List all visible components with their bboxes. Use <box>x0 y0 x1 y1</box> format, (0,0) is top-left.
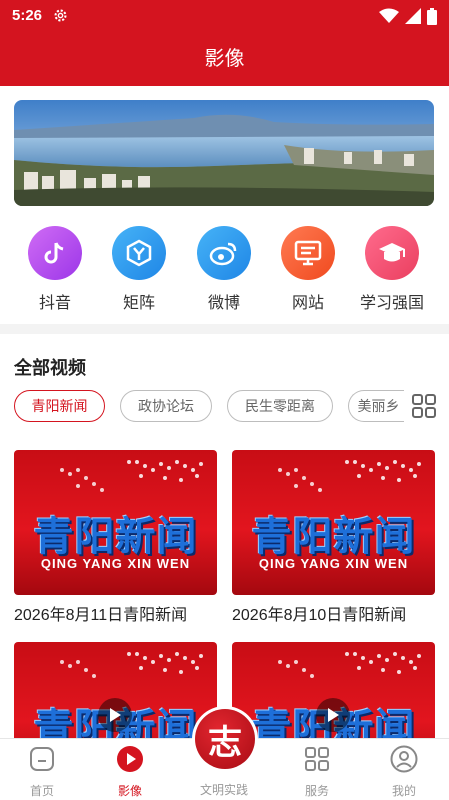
section-divider <box>0 324 449 334</box>
quick-link-label: 抖音 <box>38 295 71 312</box>
play-icon[interactable] <box>98 698 132 732</box>
nav-service[interactable]: 服务 <box>277 745 357 799</box>
home-icon <box>30 747 54 771</box>
nav-label: 首页 <box>29 784 54 798</box>
settings-icon <box>54 9 67 22</box>
signal-icon <box>405 8 421 24</box>
quick-link-label: 学习强国 <box>359 295 424 312</box>
matrix-icon <box>112 226 166 280</box>
nav-label: 服务 <box>304 784 329 798</box>
quick-link-website[interactable]: 网站 <box>266 222 350 313</box>
thumb-title: 青阳新闻 <box>33 514 198 560</box>
quick-links: 抖音 矩阵 微博 网站 学习强国 <box>0 222 449 312</box>
category-chips: 青阳新闻 政协论坛 民生零距离 美丽乡 <box>14 390 404 424</box>
banner-image[interactable] <box>14 100 434 206</box>
website-icon <box>281 226 335 280</box>
video-play-icon <box>117 746 143 772</box>
battery-icon <box>427 7 437 25</box>
nav-home[interactable]: 首页 <box>2 745 82 799</box>
zhi-logo-icon: 志 <box>195 709 255 769</box>
play-icon[interactable] <box>316 698 350 732</box>
wifi-icon <box>379 8 399 23</box>
quick-link-label: 微博 <box>207 295 240 312</box>
page-title: 影像 <box>204 48 245 70</box>
user-icon <box>390 745 418 773</box>
chip-minsheng[interactable]: 民生零距离 <box>227 390 333 422</box>
quick-link-xuexi[interactable]: 学习强国 <box>350 222 434 313</box>
video-caption: 2026年8月11日青阳新闻 <box>14 607 188 624</box>
video-card[interactable]: 青阳新闻 QING YANG XIN WEN 2026年8月11日青阳新闻 <box>14 450 217 625</box>
nav-label: 影像 <box>117 784 142 798</box>
video-card[interactable]: 青阳新闻 QING YANG XIN WEN 2026年8月10日青阳新闻 <box>232 450 435 625</box>
nav-video[interactable]: 影像 <box>90 745 170 799</box>
nav-profile[interactable]: 我的 <box>364 745 444 799</box>
video-thumbnail: 青阳新闻 QING YANG XIN WEN <box>232 450 435 595</box>
chip-zhengxie-forum[interactable]: 政协论坛 <box>120 390 212 422</box>
tiktok-icon <box>28 226 82 280</box>
chip-qingyang-news[interactable]: 青阳新闻 <box>14 390 105 422</box>
status-time: 5:26 <box>12 7 43 24</box>
grid-icon <box>305 747 329 771</box>
video-thumbnail: 青阳新闻 QING YANG XIN WEN <box>14 450 217 595</box>
video-caption: 2026年8月10日青阳新闻 <box>232 607 407 624</box>
section-title: 全部视频 <box>14 358 86 378</box>
quick-link-matrix[interactable]: 矩阵 <box>97 222 181 313</box>
zhi-logo-button[interactable]: 志 <box>192 706 258 772</box>
quick-link-label: 矩阵 <box>122 295 155 312</box>
top-bar: 5:26 影像 <box>0 0 449 86</box>
quick-link-label: 网站 <box>291 295 324 312</box>
nav-civilization[interactable]: 文明实践 <box>184 777 264 798</box>
thumb-subtitle: QING YANG XIN WEN <box>40 556 191 571</box>
thumb-title: 青阳新闻 <box>251 514 416 560</box>
nav-label: 我的 <box>391 784 416 798</box>
quick-link-douyin[interactable]: 抖音 <box>13 222 97 313</box>
chip-meili-xiangcun[interactable]: 美丽乡 <box>348 390 404 422</box>
thumb-subtitle: QING YANG XIN WEN <box>258 556 409 571</box>
quick-link-weibo[interactable]: 微博 <box>182 222 266 313</box>
study-icon <box>365 226 419 280</box>
nav-label: 文明实践 <box>199 783 248 797</box>
weibo-icon <box>197 226 251 280</box>
status-bar: 5:26 <box>0 0 449 32</box>
grid-view-icon[interactable] <box>411 393 437 419</box>
